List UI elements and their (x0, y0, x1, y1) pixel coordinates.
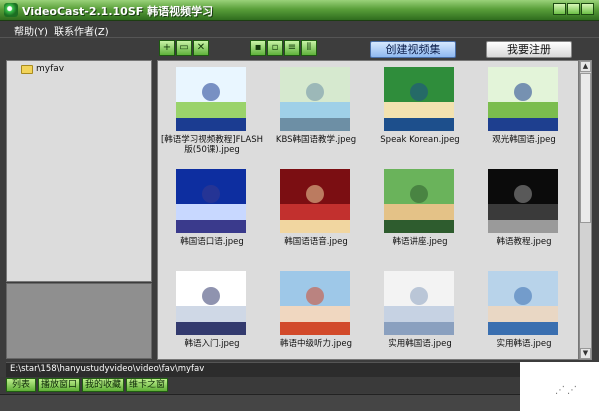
folder-tree: myfav (6, 60, 152, 282)
tree-item-myfav[interactable]: myfav (21, 64, 64, 74)
maximize-icon[interactable] (567, 3, 580, 15)
details-view-icon[interactable]: ⦀ (301, 40, 317, 56)
vertical-scrollbar[interactable]: ▲ ▼ (579, 60, 592, 360)
thumbnail-item[interactable]: 观光韩国语.jpeg (472, 63, 576, 159)
delete-icon[interactable]: ✕ (193, 40, 209, 56)
scroll-down-icon[interactable]: ▼ (580, 348, 591, 359)
thumbnail-item[interactable]: 韩语中级听力.jpeg (264, 267, 368, 359)
thumbnail-item[interactable]: 韩语教程.jpeg (472, 165, 576, 261)
menu-help[interactable]: 帮助(Y) (14, 23, 48, 38)
thumbnail-image[interactable] (280, 67, 350, 131)
thumbnail-caption: 观光韩国语.jpeg (492, 135, 556, 145)
thumbnail-caption: KBS韩国语教学.jpeg (275, 135, 357, 145)
close-icon[interactable] (581, 3, 594, 15)
status-bar (0, 394, 599, 411)
thumbnail-caption: 韩国语口语.jpeg (180, 237, 244, 247)
thumbnail-image[interactable] (280, 169, 350, 233)
thumbnail-item[interactable]: 韩语讲座.jpeg (368, 165, 472, 261)
thumbnail-image[interactable] (384, 271, 454, 335)
path-bar: E:\star\158\hanyustudyvideo\video\fav\my… (6, 362, 520, 377)
current-path: E:\star\158\hanyustudyvideo\video\fav\my… (10, 364, 205, 374)
tab-vika-window[interactable]: 维卡之窗 (126, 378, 168, 392)
thumbnail-item[interactable]: 实用韩国语.jpeg (368, 267, 472, 359)
scroll-up-icon[interactable]: ▲ (580, 61, 591, 72)
folder-icon (21, 64, 33, 74)
thumbnail-caption: 实用韩国语.jpeg (388, 339, 452, 349)
app-window: VideoCast-2.1.10SF 韩语视频学习 帮助(Y) 联系作者(Z) … (0, 0, 599, 411)
thumbnail-caption: [韩语学习视频教程]FLASH版(50课).jpeg (160, 135, 264, 155)
preview-panel (6, 283, 152, 359)
thumbnail-item[interactable]: Speak Korean.jpeg (368, 63, 472, 159)
thumbnail-image[interactable] (384, 169, 454, 233)
create-collection-button[interactable]: 创建视频集 (370, 41, 456, 58)
register-button[interactable]: 我要注册 (486, 41, 572, 58)
thumbnail-caption: 韩语教程.jpeg (496, 237, 552, 247)
thumbnail-caption: 韩国语语音.jpeg (284, 237, 348, 247)
thumbnail-item[interactable]: [韩语学习视频教程]FLASH版(50课).jpeg (160, 63, 264, 159)
thumbnail-image[interactable] (488, 67, 558, 131)
thumbnail-item[interactable]: 实用韩语.jpeg (472, 267, 576, 359)
bottom-tab-bar: 列表 播放窗口 我的收藏 维卡之窗 (0, 377, 599, 393)
app-logo-icon (4, 3, 18, 17)
tree-item-label: myfav (36, 64, 65, 74)
resize-grip-icon[interactable]: ⋰⋰ (555, 385, 579, 396)
tab-player-window[interactable]: 播放窗口 (38, 378, 80, 392)
scroll-thumb[interactable] (580, 73, 591, 223)
small-icons-view-icon[interactable]: ▫ (267, 40, 283, 56)
thumbnail-caption: 韩语中级听力.jpeg (279, 339, 353, 349)
thumbnail-image[interactable] (384, 67, 454, 131)
thumbnail-image[interactable] (488, 271, 558, 335)
thumbnail-caption: 韩语讲座.jpeg (392, 237, 448, 247)
toolbar: + ▭ ✕ ▪ ▫ ≡ ⦀ 创建视频集 我要注册 (0, 38, 599, 60)
thumbnail-caption: Speak Korean.jpeg (380, 135, 460, 145)
tab-list[interactable]: 列表 (6, 378, 36, 392)
thumbnail-item[interactable]: 韩国语口语.jpeg (160, 165, 264, 261)
menu-bar: 帮助(Y) 联系作者(Z) (0, 21, 599, 38)
large-icons-view-icon[interactable]: ▪ (250, 40, 266, 56)
thumbnail-caption: 韩语入门.jpeg (184, 339, 240, 349)
open-folder-icon[interactable]: ▭ (176, 40, 192, 56)
thumbnail-image[interactable] (176, 169, 246, 233)
thumbnail-item[interactable]: KBS韩国语教学.jpeg (264, 63, 368, 159)
thumbnail-image[interactable] (280, 271, 350, 335)
list-view-icon[interactable]: ≡ (284, 40, 300, 56)
thumbnail-item[interactable]: 韩国语语音.jpeg (264, 165, 368, 261)
tab-my-favorites[interactable]: 我的收藏 (82, 378, 124, 392)
thumbnail-item[interactable]: 韩语入门.jpeg (160, 267, 264, 359)
thumbnail-image[interactable] (176, 271, 246, 335)
title-bar[interactable]: VideoCast-2.1.10SF 韩语视频学习 (0, 0, 599, 21)
menu-contact-author[interactable]: 联系作者(Z) (54, 23, 109, 38)
new-folder-icon[interactable]: + (159, 40, 175, 56)
window-title: VideoCast-2.1.10SF 韩语视频学习 (22, 5, 214, 18)
thumbnail-caption: 实用韩语.jpeg (496, 339, 552, 349)
thumbnail-image[interactable] (176, 67, 246, 131)
minimize-icon[interactable] (553, 3, 566, 15)
thumbnail-grid: [韩语学习视频教程]FLASH版(50课).jpeg KBS韩国语教学.jpeg S… (157, 60, 579, 360)
thumbnail-image[interactable] (488, 169, 558, 233)
